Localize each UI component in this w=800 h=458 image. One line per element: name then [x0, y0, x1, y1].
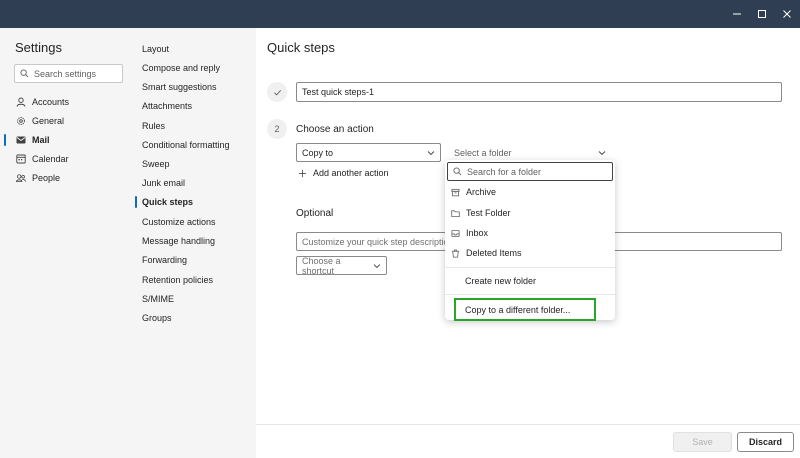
folder-option-test-folder[interactable]: Test Folder — [451, 206, 511, 220]
action-select-value: Copy to — [302, 147, 334, 158]
folder-option-label: Archive — [466, 187, 497, 197]
search-icon — [20, 69, 29, 78]
archive-icon — [451, 188, 460, 197]
dropdown-divider — [445, 294, 615, 295]
step1-check — [267, 82, 287, 102]
step2-number: 2 — [267, 119, 287, 139]
folder-option-inbox[interactable]: Inbox — [451, 226, 488, 240]
trash-icon — [451, 249, 460, 258]
mail-icon — [16, 135, 26, 145]
sub-nav-forwarding[interactable]: Forwarding — [142, 253, 187, 267]
nav-item-calendar[interactable]: Calendar — [16, 151, 69, 167]
sub-nav-compose-and-reply[interactable]: Compose and reply — [142, 61, 220, 75]
title-bar — [0, 0, 800, 28]
folder-option-archive[interactable]: Archive — [451, 185, 496, 199]
action-select[interactable]: Copy to — [296, 143, 441, 162]
sub-nav-retention-policies[interactable]: Retention policies — [142, 273, 213, 287]
shortcut-select[interactable]: Choose a shortcut — [296, 255, 387, 276]
folder-option-label: Test Folder — [466, 208, 511, 218]
sub-nav-message-handling[interactable]: Message handling — [142, 234, 215, 248]
settings-title: Settings — [15, 40, 62, 55]
footer-divider — [256, 424, 800, 425]
nav-item-people[interactable]: People — [16, 170, 60, 186]
quick-step-name-field[interactable]: Test quick steps-1 — [296, 82, 782, 102]
person-icon — [16, 97, 26, 107]
folder-option-deleted-items[interactable]: Deleted Items — [451, 246, 522, 260]
minimize-icon[interactable] — [729, 6, 745, 22]
plus-icon — [298, 169, 307, 177]
nav-label-calendar: Calendar — [32, 154, 69, 164]
optional-label: Optional — [296, 208, 334, 219]
nav-label-mail: Mail — [32, 135, 50, 145]
sub-nav-customize-actions[interactable]: Customize actions — [142, 215, 216, 229]
folder-search-input[interactable]: Search for a folder — [447, 162, 613, 181]
nav-label-general: General — [32, 116, 65, 126]
chevron-down-icon — [427, 150, 435, 155]
sub-nav-active-indicator — [135, 196, 137, 208]
add-another-action-button[interactable]: Add another action — [298, 168, 389, 178]
folder-search-placeholder: Search for a folder — [467, 166, 542, 177]
close-icon[interactable] — [779, 6, 795, 22]
gear-icon — [16, 116, 26, 126]
copy-to-different-folder-option[interactable]: Copy to a different folder... — [454, 298, 596, 321]
sub-nav-conditional-formatting[interactable]: Conditional formatting — [142, 138, 230, 152]
sub-nav-groups[interactable]: Groups — [142, 311, 172, 325]
folder-option-label: Deleted Items — [466, 248, 522, 258]
search-icon — [453, 167, 462, 176]
nav-label-accounts: Accounts — [32, 97, 70, 107]
shortcut-placeholder: Choose a shortcut — [302, 255, 341, 276]
folder-select-placeholder: Select a folder — [454, 147, 512, 158]
inbox-icon — [451, 229, 460, 238]
choose-action-label: Choose an action — [296, 124, 374, 135]
quick-step-name-value: Test quick steps-1 — [302, 87, 375, 97]
sub-nav-smart-suggestions[interactable]: Smart suggestions — [142, 80, 217, 94]
people-icon — [16, 173, 26, 183]
save-button[interactable]: Save — [673, 432, 732, 452]
folder-option-label: Inbox — [466, 228, 489, 238]
sub-nav-smime[interactable]: S/MIME — [142, 292, 174, 306]
page-title: Quick steps — [267, 40, 335, 55]
search-settings-input[interactable]: Search settings — [14, 64, 123, 83]
chevron-down-icon — [373, 263, 381, 268]
chevron-down-icon — [598, 150, 606, 155]
dropdown-divider — [445, 267, 615, 268]
sub-nav-sweep[interactable]: Sweep — [142, 157, 170, 171]
nav-item-general[interactable]: General — [16, 113, 64, 129]
settings-nav: Settings Search settings Accounts Genera… — [0, 28, 132, 458]
sub-nav-layout[interactable]: Layout — [142, 42, 169, 56]
add-another-action-label: Add another action — [313, 168, 389, 178]
search-settings-placeholder: Search settings — [34, 68, 97, 79]
nav-item-mail[interactable]: Mail — [16, 132, 50, 148]
folder-dropdown: Search for a folder Archive Test Folder … — [445, 160, 615, 321]
create-new-folder-option[interactable]: Create new folder — [465, 274, 536, 288]
nav-item-accounts[interactable]: Accounts — [16, 94, 69, 110]
sub-nav-attachments[interactable]: Attachments — [142, 99, 192, 113]
checkmark-icon — [273, 89, 281, 95]
copy-to-different-folder-label: Copy to a different folder... — [465, 304, 571, 315]
nav-active-indicator — [4, 134, 6, 146]
description-placeholder: Customize your quick step description — [302, 236, 454, 247]
mail-settings-nav: Layout Compose and reply Smart suggestio… — [132, 28, 256, 458]
sub-nav-quick-steps[interactable]: Quick steps — [142, 195, 193, 209]
folder-icon — [451, 209, 460, 218]
maximize-icon[interactable] — [754, 6, 770, 22]
calendar-icon — [16, 154, 26, 164]
sub-nav-rules[interactable]: Rules — [142, 119, 165, 133]
discard-button[interactable]: Discard — [737, 432, 794, 452]
nav-label-people: People — [32, 173, 61, 183]
sub-nav-junk-email[interactable]: Junk email — [142, 176, 185, 190]
